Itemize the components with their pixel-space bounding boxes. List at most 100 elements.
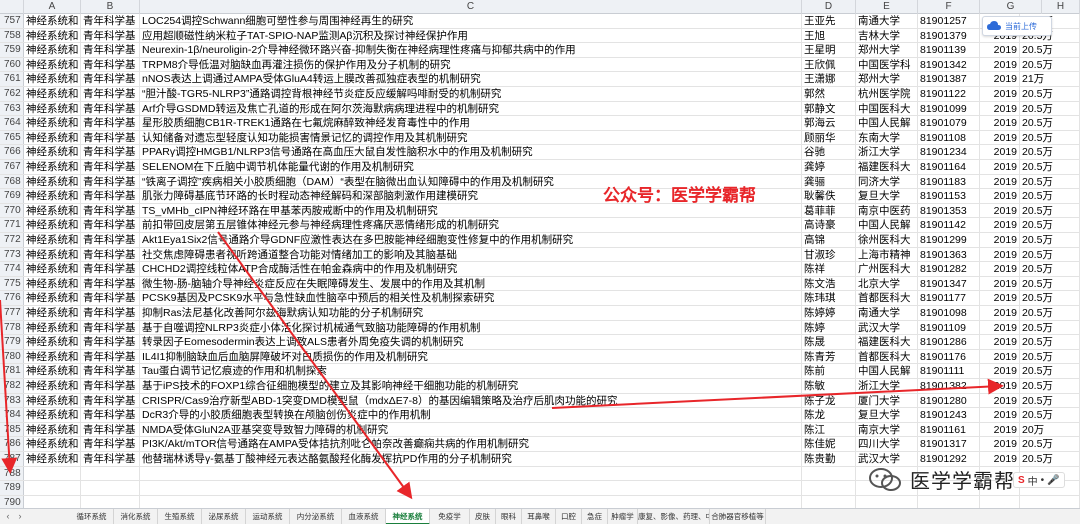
cell-c[interactable]: TRPM8介导低温对脑缺血再灌注损伤的保护作用及分子机制的研究	[140, 57, 802, 72]
cell-c[interactable]: 基于自噬调控NLRP3炎症小体活化探讨机械通气致脑功能障碍的作用机制	[140, 320, 802, 335]
cell-b[interactable]: 青年科学基	[81, 72, 140, 86]
sheet-tab[interactable]: 内分泌系统	[290, 509, 342, 524]
tab-scroll-left-icon[interactable]: ‹	[2, 509, 14, 524]
cloud-upload-badge[interactable]: 当前上传	[982, 16, 1052, 36]
cell-a[interactable]: 神经系统和	[24, 335, 81, 349]
row-number[interactable]: 769	[0, 189, 24, 203]
cell-a[interactable]: 神经系统和	[24, 291, 81, 305]
cell-h[interactable]: 20.5万	[1020, 379, 1080, 393]
cell-g[interactable]: 2019	[980, 160, 1020, 174]
cell-g[interactable]: 2019	[980, 335, 1020, 349]
table-row[interactable]: 767 神经系统和 青年科学基 SELENOM在下丘脑中调节机体能量代谢的作用及机制研…	[0, 160, 1080, 175]
cell-d[interactable]: 陈佳妮	[802, 437, 856, 451]
cell-c[interactable]	[140, 466, 802, 481]
row-number[interactable]: 784	[0, 408, 24, 422]
cell-h[interactable]: 20.5万	[1020, 364, 1080, 378]
col-header-a[interactable]: A	[24, 0, 81, 14]
row-number[interactable]: 781	[0, 364, 24, 378]
cell-g[interactable]: 2019	[980, 349, 1020, 364]
cell-c[interactable]: 认知储备对遗忘型轻度认知功能损害情景记忆的调控作用及其机制研究	[140, 130, 802, 145]
cell-h[interactable]: 20.5万	[1020, 189, 1080, 203]
sheet-tab[interactable]: 耳鼻喉	[522, 509, 556, 524]
cell-h[interactable]: 20.5万	[1020, 247, 1080, 262]
cell-g[interactable]: 2019	[980, 247, 1020, 262]
row-number[interactable]: 785	[0, 422, 24, 437]
cell-h[interactable]: 21万	[1020, 72, 1080, 86]
cell-d[interactable]: 高诗豪	[802, 218, 856, 232]
cell-h[interactable]: 20.5万	[1020, 349, 1080, 364]
cell-h[interactable]: 20.5万	[1020, 393, 1080, 408]
cell-f[interactable]: 81901353	[918, 203, 980, 218]
cell-c[interactable]: SELENOM在下丘脑中调节机体能量代谢的作用及机制研究	[140, 160, 802, 174]
cell-a[interactable]: 神经系统和	[24, 14, 81, 28]
cell-c[interactable]: nNOS表达上调通过AMPA受体GluA4转运上膜改善孤独症表型的机制研究	[140, 72, 802, 86]
cell-f[interactable]: 81901079	[918, 116, 980, 130]
row-number[interactable]: 765	[0, 130, 24, 145]
cell-b[interactable]: 青年科学基	[81, 349, 140, 364]
table-row[interactable]: 778 神经系统和 青年科学基 基于自噬调控NLRP3炎症小体活化探讨机械通气致脑功能…	[0, 320, 1080, 336]
cell-g[interactable]: 2019	[980, 57, 1020, 72]
row-number[interactable]: 770	[0, 203, 24, 218]
cell-h[interactable]: 20.5万	[1020, 320, 1080, 335]
sheet-tab[interactable]: 口腔	[556, 509, 582, 524]
cell-e[interactable]: 中国医科大	[856, 101, 918, 116]
cell-e[interactable]: 上海市精神	[856, 247, 918, 262]
table-row[interactable]: 774 神经系统和 青年科学基 CHCHD2调控线粒体ATP合成酶活性在帕金森病中的作…	[0, 262, 1080, 277]
cell-h[interactable]: 20.5万	[1020, 203, 1080, 218]
table-row[interactable]: 770 神经系统和 青年科学基 TS_vMHb_cIPN神经环路在甲基苯丙胺戒断中的作…	[0, 203, 1080, 219]
cell-e[interactable]: 郑州大学	[856, 43, 918, 57]
cell-e[interactable]: 北京大学	[856, 276, 918, 291]
cell-c[interactable]: 微生物-肠-脑轴介导神经炎症反应在失眠障碍发生、发展中的作用及其机制	[140, 276, 802, 291]
cell-e[interactable]: 南京中医药	[856, 203, 918, 218]
row-number[interactable]: 789	[0, 481, 24, 495]
cell-e[interactable]: 复旦大学	[856, 189, 918, 203]
cell-f[interactable]: 81901177	[918, 291, 980, 305]
cell-h[interactable]: 20.5万	[1020, 57, 1080, 72]
sheet-tab[interactable]: 眼科	[496, 509, 522, 524]
table-row[interactable]: 780 神经系统和 青年科学基 IL4I1抑制脑缺血后血脑屏障破坏对白质损伤的作用及机…	[0, 349, 1080, 365]
cell-a[interactable]: 神经系统和	[24, 262, 81, 276]
cell-b[interactable]: 青年科学基	[81, 393, 140, 408]
cell-e[interactable]: 郑州大学	[856, 72, 918, 86]
cell-a[interactable]: 神经系统和	[24, 320, 81, 335]
cell-f[interactable]: 81901176	[918, 349, 980, 364]
cell-b[interactable]: 青年科学基	[81, 452, 140, 466]
select-all-corner[interactable]	[0, 0, 24, 14]
cell-h[interactable]: 20.5万	[1020, 116, 1080, 130]
cell-a[interactable]: 神经系统和	[24, 72, 81, 86]
row-number[interactable]: 772	[0, 233, 24, 247]
table-row[interactable]: 765 神经系统和 青年科学基 认知储备对遗忘型轻度认知功能损害情景记忆的调控作用及其…	[0, 130, 1080, 146]
table-row[interactable]: 781 神经系统和 青年科学基 Tau蛋白调节记忆痕迹的作用和机制探索 陈前 中国人民解 8…	[0, 364, 1080, 379]
cell-e[interactable]: 武汉大学	[856, 320, 918, 335]
row-number[interactable]: 773	[0, 247, 24, 262]
cell-a[interactable]: 神经系统和	[24, 452, 81, 466]
cell-a[interactable]: 神经系统和	[24, 276, 81, 291]
cell-f[interactable]: 81901286	[918, 335, 980, 349]
cell-g[interactable]: 2019	[980, 422, 1020, 437]
cell-h[interactable]: 20.5万	[1020, 218, 1080, 232]
cell-c[interactable]: NMDA受体GluN2A亚基突变导致智力障碍的机制研究	[140, 422, 802, 437]
table-row[interactable]: 773 神经系统和 青年科学基 社交焦虑障碍患者视听跨通道整合功能对情绪加工的影响及其…	[0, 247, 1080, 263]
cell-c[interactable]: PPARγ调控HMGB1/NLRP3信号通路在高血压大鼠自发性脑积水中的作用及机…	[140, 145, 802, 159]
cell-d[interactable]: 葛菲菲	[802, 203, 856, 218]
cell-f[interactable]: 81901164	[918, 160, 980, 174]
cell-f[interactable]: 81901142	[918, 218, 980, 232]
cell-a[interactable]: 神经系统和	[24, 189, 81, 203]
cell-a[interactable]	[24, 466, 81, 481]
row-number[interactable]: 780	[0, 349, 24, 364]
cell-e[interactable]: 首都医科大	[856, 291, 918, 305]
cell-h[interactable]: 20.5万	[1020, 306, 1080, 320]
sheet-tab[interactable]: 循环系统	[70, 509, 114, 524]
cell-e[interactable]: 浙江大学	[856, 145, 918, 159]
cell-d[interactable]: 陈敏	[802, 379, 856, 393]
row-number[interactable]: 778	[0, 320, 24, 335]
cell-a[interactable]: 神经系统和	[24, 349, 81, 364]
table-row[interactable]: 759 神经系统和 青年科学基 Neurexin-1β/neuroligin-2介导神…	[0, 43, 1080, 58]
cell-b[interactable]: 青年科学基	[81, 233, 140, 247]
cell-b[interactable]: 青年科学基	[81, 335, 140, 349]
cell-h[interactable]: 20.5万	[1020, 43, 1080, 57]
cell-e[interactable]: 复旦大学	[856, 408, 918, 422]
cell-g[interactable]: 2019	[980, 320, 1020, 335]
cell-e[interactable]: 福建医科大	[856, 160, 918, 174]
col-header-g[interactable]: G	[980, 0, 1042, 14]
